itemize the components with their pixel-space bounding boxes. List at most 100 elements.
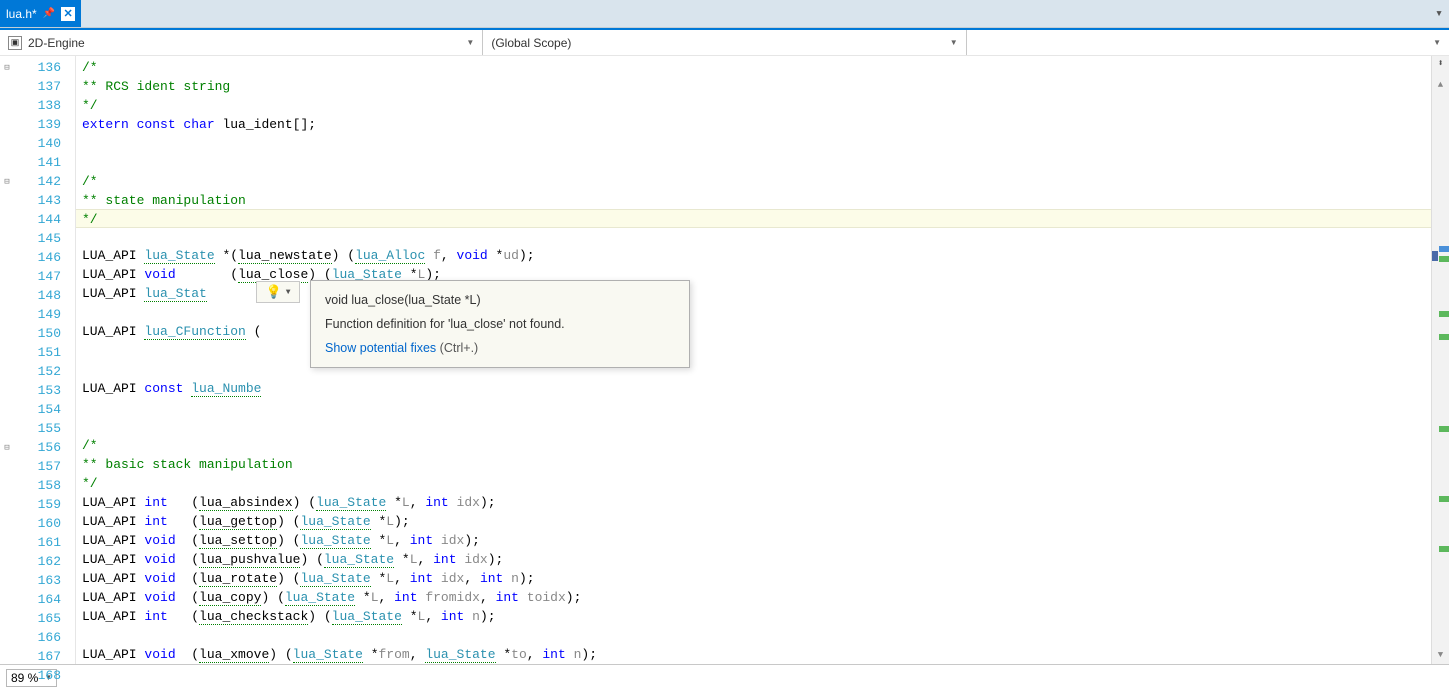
chevron-down-icon: ▼ xyxy=(1433,38,1441,47)
show-fixes-link[interactable]: Show potential fixes xyxy=(325,341,436,355)
code-line[interactable]: /* xyxy=(76,58,1431,77)
code-line[interactable]: ** state manipulation xyxy=(76,191,1431,210)
code-line[interactable]: LUA_API void (lua_copy) (lua_State *L, i… xyxy=(76,588,1431,607)
code-line[interactable]: LUA_API const lua_Numbe xyxy=(76,379,1431,398)
lightbulb-icon: 💡 xyxy=(266,285,282,300)
gutter-row: 161 xyxy=(0,533,75,552)
code-line[interactable]: LUA_API void (lua_rotate) (lua_State *L,… xyxy=(76,569,1431,588)
ruler-mark[interactable] xyxy=(1439,256,1449,262)
ruler-mark[interactable] xyxy=(1439,546,1449,552)
code-line[interactable]: LUA_API lua_CFunction ( panicf); xyxy=(76,322,1431,341)
fold-toggle[interactable]: ⊟ xyxy=(0,177,14,187)
file-tab[interactable]: lua.h* 📌 ✕ xyxy=(0,0,81,27)
scope-dropdown[interactable]: (Global Scope) ▼ xyxy=(483,30,966,55)
gutter-row: 165 xyxy=(0,609,75,628)
scope-label: (Global Scope) xyxy=(491,36,571,50)
code-line[interactable]: LUA_API int (lua_absindex) (lua_State *L… xyxy=(76,493,1431,512)
code-line[interactable] xyxy=(76,398,1431,417)
code-line[interactable]: LUA_API void (lua_pushvalue) (lua_State … xyxy=(76,550,1431,569)
line-number: 164 xyxy=(14,592,69,607)
navigation-bar: ▣ 2D-Engine ▼ (Global Scope) ▼ ▼ xyxy=(0,28,1449,56)
gutter-row: 155 xyxy=(0,419,75,438)
lightbulb-quick-action[interactable]: 💡 ▼ xyxy=(256,281,300,303)
line-number: 168 xyxy=(14,668,69,683)
code-area[interactable]: 💡 ▼ void lua_close(lua_State *L) Functio… xyxy=(76,56,1431,664)
ruler-mark[interactable] xyxy=(1439,426,1449,432)
line-number: 151 xyxy=(14,345,69,360)
editor-area: ⊟136137138139140141⊟14214314414514614714… xyxy=(0,56,1449,664)
code-line[interactable]: */ xyxy=(76,96,1431,115)
line-number: 155 xyxy=(14,421,69,436)
code-line[interactable] xyxy=(76,341,1431,360)
scroll-up-icon[interactable]: ▲ xyxy=(1432,80,1449,90)
tooltip-fix-row: Show potential fixes (Ctrl+.) xyxy=(325,341,675,355)
gutter: ⊟136137138139140141⊟14214314414514614714… xyxy=(0,56,76,664)
tab-overflow-dropdown[interactable]: ▾ xyxy=(1429,0,1449,27)
ruler-mark[interactable] xyxy=(1439,246,1449,252)
line-number: 140 xyxy=(14,136,69,151)
overview-ruler[interactable]: ⬍ ▲ ▼ xyxy=(1431,56,1449,664)
scroll-down-icon[interactable]: ▼ xyxy=(1432,650,1449,660)
chevron-down-icon: ▼ xyxy=(286,288,291,297)
code-line[interactable]: /* xyxy=(76,436,1431,455)
code-line[interactable]: LUA_API int (lua_gettop) (lua_State *L); xyxy=(76,512,1431,531)
quick-info-tooltip: void lua_close(lua_State *L) Function de… xyxy=(310,280,690,368)
line-number: 142 xyxy=(14,174,69,189)
code-line[interactable] xyxy=(76,360,1431,379)
close-icon[interactable]: ✕ xyxy=(61,7,75,21)
pin-icon[interactable]: 📌 xyxy=(43,8,55,19)
ruler-mark[interactable] xyxy=(1439,334,1449,340)
code-line[interactable] xyxy=(76,153,1431,172)
gutter-row: 138 xyxy=(0,96,75,115)
member-dropdown[interactable]: ▼ xyxy=(967,30,1449,55)
code-line[interactable]: ** RCS ident string xyxy=(76,77,1431,96)
line-number: 167 xyxy=(14,649,69,664)
code-line[interactable]: LUA_API int (lua_checkstack) (lua_State … xyxy=(76,607,1431,626)
split-icon[interactable]: ⬍ xyxy=(1434,58,1447,72)
chevron-down-icon: ▾ xyxy=(1435,6,1443,21)
code-line[interactable] xyxy=(76,227,1431,246)
gutter-row: 159 xyxy=(0,495,75,514)
gutter-row: 139 xyxy=(0,115,75,134)
code-line[interactable]: /* xyxy=(76,172,1431,191)
line-number: 138 xyxy=(14,98,69,113)
gutter-row: 153 xyxy=(0,381,75,400)
gutter-row: 145 xyxy=(0,229,75,248)
gutter-row: 149 xyxy=(0,305,75,324)
line-number: 156 xyxy=(14,440,69,455)
code-line[interactable]: */ xyxy=(76,474,1431,493)
gutter-row: 148 xyxy=(0,286,75,305)
code-line[interactable] xyxy=(76,626,1431,645)
gutter-row: 140 xyxy=(0,134,75,153)
fold-toggle[interactable]: ⊟ xyxy=(0,63,14,73)
fold-toggle[interactable]: ⊟ xyxy=(0,443,14,453)
code-line[interactable]: extern const char lua_ident[]; xyxy=(76,115,1431,134)
code-line[interactable]: LUA_API void (lua_settop) (lua_State *L,… xyxy=(76,531,1431,550)
line-number: 162 xyxy=(14,554,69,569)
gutter-row: 152 xyxy=(0,362,75,381)
code-line[interactable]: LUA_API void (lua_xmove) (lua_State *fro… xyxy=(76,645,1431,664)
gutter-row: 143 xyxy=(0,191,75,210)
tab-title: lua.h* xyxy=(6,7,37,21)
code-line[interactable] xyxy=(76,303,1431,322)
project-label: 2D-Engine xyxy=(28,36,85,50)
code-line[interactable] xyxy=(76,417,1431,436)
ruler-mark[interactable] xyxy=(1439,311,1449,317)
project-icon: ▣ xyxy=(8,36,22,50)
line-number: 158 xyxy=(14,478,69,493)
gutter-row: 151 xyxy=(0,343,75,362)
line-number: 159 xyxy=(14,497,69,512)
tab-bar: lua.h* 📌 ✕ ▾ xyxy=(0,0,1449,28)
line-number: 150 xyxy=(14,326,69,341)
chevron-down-icon: ▼ xyxy=(466,38,474,47)
code-line[interactable] xyxy=(76,134,1431,153)
gutter-row: 144 xyxy=(0,210,75,229)
project-dropdown[interactable]: ▣ 2D-Engine ▼ xyxy=(0,30,483,55)
code-line[interactable]: LUA_API lua_State *(lua_newstate) (lua_A… xyxy=(76,246,1431,265)
line-number: 149 xyxy=(14,307,69,322)
gutter-row: 157 xyxy=(0,457,75,476)
line-number: 145 xyxy=(14,231,69,246)
ruler-mark[interactable] xyxy=(1439,496,1449,502)
code-line[interactable]: ** basic stack manipulation xyxy=(76,455,1431,474)
code-line[interactable]: */ xyxy=(76,209,1431,228)
